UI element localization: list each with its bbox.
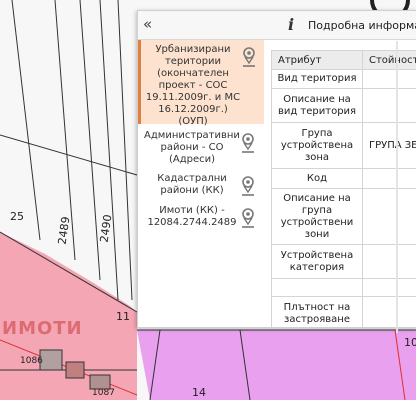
detail-info-panel: « i Подробна информац Урбанизирани терит… xyxy=(137,10,416,333)
panel-splitter[interactable] xyxy=(396,41,398,333)
layer-list: Урбанизирани територии (окончателен прое… xyxy=(138,40,264,327)
layer-label: Имоти (КК) - 12084.2744.2489 xyxy=(147,205,237,228)
layer-label: Урбанизирани територии (окончателен прое… xyxy=(145,44,241,127)
attribute-cell: Плътност на застрояване xyxy=(271,296,363,327)
location-pin-icon[interactable] xyxy=(241,46,257,68)
table-row: Плътност на застрояване xyxy=(271,296,416,327)
layer-item-administrative-districts[interactable]: Административни райони - СО (Адреси) xyxy=(138,124,261,169)
table-header-row: Атрибут Стойност xyxy=(271,50,416,70)
layer-item-properties[interactable]: Имоти (КК) - 12084.2744.2489 xyxy=(138,201,261,237)
attribute-cell xyxy=(271,278,363,297)
value-cell xyxy=(362,244,416,279)
info-icon: i xyxy=(288,15,295,34)
attribute-table-area[interactable]: Атрибут Стойност Вид територия Описание … xyxy=(271,50,416,327)
parcel-label: 11 xyxy=(116,310,130,323)
map-watermark: ИМОТИ xyxy=(2,318,83,339)
table-row xyxy=(271,278,416,297)
value-cell xyxy=(362,69,416,89)
attribute-cell: Устройствена категория xyxy=(271,244,363,279)
attribute-cell: Група устройствена зона xyxy=(271,122,363,169)
table-row: Устройствена категория xyxy=(271,244,416,279)
attribute-cell: Вид територия xyxy=(271,69,363,89)
layer-label: Административни райони - СО (Адреси) xyxy=(144,130,240,165)
attribute-cell: Описание на група устройствени зони xyxy=(271,188,363,245)
table-row: Код xyxy=(271,168,416,189)
location-pin-icon[interactable] xyxy=(240,175,256,197)
parcel-label: 25 xyxy=(10,210,24,223)
panel-header: « i Подробна информац xyxy=(138,11,416,40)
value-cell xyxy=(362,88,416,123)
column-header-attribute[interactable]: Атрибут xyxy=(271,50,363,70)
collapse-panel-button[interactable]: « xyxy=(143,15,152,33)
panel-title: Подробна информац xyxy=(308,19,416,32)
building-label: 1087 xyxy=(92,388,115,398)
table-row: Описание на вид територия xyxy=(271,88,416,123)
attribute-cell: Код xyxy=(271,168,363,189)
location-pin-icon[interactable] xyxy=(240,207,256,229)
location-pin-icon[interactable] xyxy=(240,132,256,154)
value-cell xyxy=(362,168,416,189)
attribute-table: Атрибут Стойност Вид територия Описание … xyxy=(271,50,416,327)
building-label: 1086 xyxy=(20,356,43,366)
layer-item-urbanized-territories[interactable]: Урбанизирани територии (окончателен прое… xyxy=(138,40,264,127)
column-header-value[interactable]: Стойност xyxy=(362,50,416,70)
layer-label: Кадастрални райони (КК) xyxy=(157,173,227,196)
value-cell xyxy=(362,296,416,327)
attribute-cell: Описание на вид територия xyxy=(271,88,363,123)
table-row: Вид територия xyxy=(271,69,416,89)
parcel-label: 14 xyxy=(192,386,206,399)
table-row: Група устройствена зона ГРУПА ЗЕМЕ xyxy=(271,122,416,169)
value-cell: ГРУПА ЗЕМЕ xyxy=(362,122,416,169)
parcel-label: 10 xyxy=(404,336,416,349)
layer-item-cadastral-districts[interactable]: Кадастрални райони (КК) xyxy=(138,169,261,201)
value-cell xyxy=(362,188,416,245)
table-row: Описание на група устройствени зони xyxy=(271,188,416,245)
value-cell xyxy=(362,278,416,297)
